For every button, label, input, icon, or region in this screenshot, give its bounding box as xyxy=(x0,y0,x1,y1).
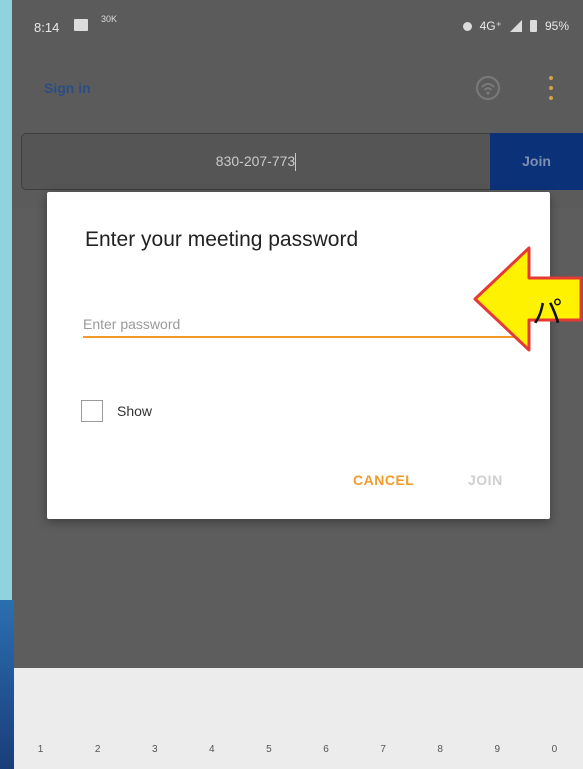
network-type: 4G⁺ xyxy=(479,19,502,33)
phone-screen: 8:14 30K 4G⁺ 95% Sign in 830-207-773 Joi… xyxy=(12,0,583,769)
key-8[interactable]: 8 xyxy=(437,744,443,755)
data-saver-icon: 30K xyxy=(100,14,117,24)
text-caret xyxy=(295,153,297,172)
status-right: 4G⁺ 95% xyxy=(462,19,569,33)
background-decoration xyxy=(0,600,14,769)
sign-in-link[interactable]: Sign in xyxy=(44,80,91,96)
annotation-arrow-icon xyxy=(473,246,583,352)
dialog-title: Enter your meeting password xyxy=(85,228,359,251)
join-meeting-button[interactable]: Join xyxy=(490,133,583,190)
battery-level: 95% xyxy=(544,19,569,33)
app-header: Sign in xyxy=(12,54,583,120)
show-password-checkbox[interactable] xyxy=(81,400,103,422)
meeting-id-value: 830-207-773 xyxy=(215,153,296,169)
key-9[interactable]: 9 xyxy=(495,744,501,755)
cancel-button[interactable]: CANCEL xyxy=(353,472,414,488)
annotation-text: パ xyxy=(532,297,562,330)
key-0[interactable]: 0 xyxy=(552,744,558,755)
battery-icon xyxy=(529,20,537,32)
meeting-id-input[interactable]: 830-207-773 xyxy=(21,133,490,190)
key-1[interactable]: 1 xyxy=(38,744,44,755)
password-input[interactable] xyxy=(83,312,523,338)
wifi-icon[interactable] xyxy=(475,75,501,101)
key-3[interactable]: 3 xyxy=(152,744,158,755)
key-4[interactable]: 4 xyxy=(209,744,215,755)
status-bar: 8:14 30K 4G⁺ 95% xyxy=(12,0,583,54)
status-time: 8:14 xyxy=(34,20,60,35)
join-button[interactable]: JOIN xyxy=(468,472,503,488)
key-7[interactable]: 7 xyxy=(380,744,386,755)
key-5[interactable]: 5 xyxy=(266,744,272,755)
show-password-label: Show xyxy=(117,403,153,419)
key-2[interactable]: 2 xyxy=(95,744,101,755)
signal-icon xyxy=(509,20,522,32)
password-dialog: Enter your meeting password Show CANCEL … xyxy=(47,192,550,519)
key-6[interactable]: 6 xyxy=(323,744,329,755)
show-password-toggle[interactable]: Show xyxy=(81,400,152,422)
image-icon xyxy=(74,19,88,31)
overflow-menu-icon[interactable] xyxy=(548,76,554,100)
keyboard-number-row: 1 2 3 4 5 6 7 8 9 0 xyxy=(12,744,583,755)
vpn-icon xyxy=(462,21,472,31)
